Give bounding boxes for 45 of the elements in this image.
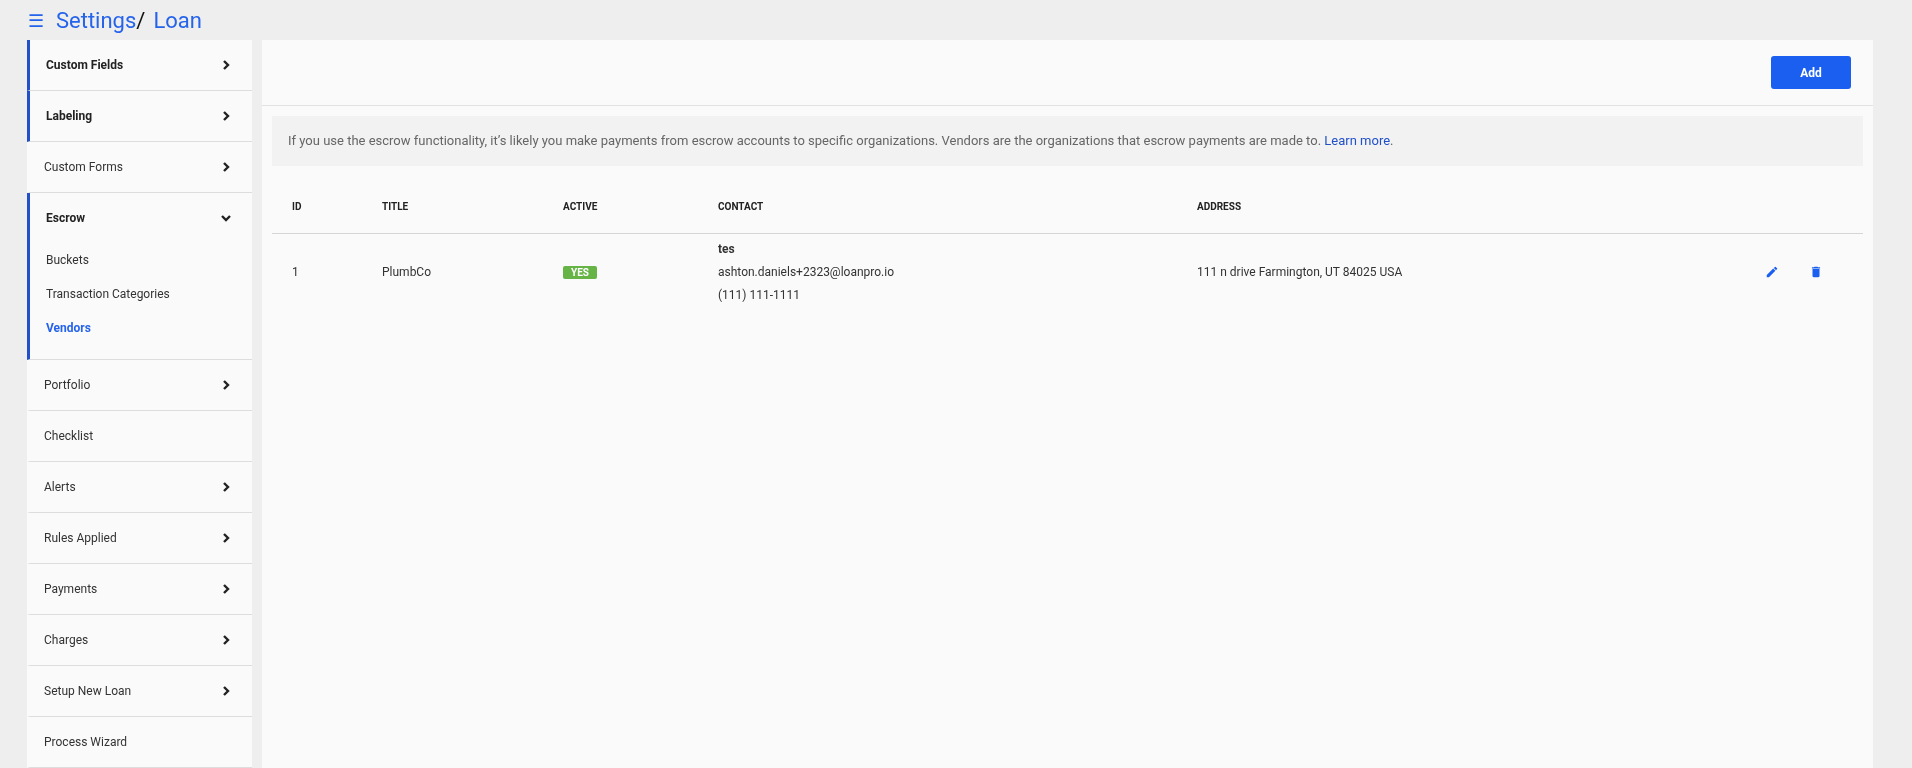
- sidebar-subitem[interactable]: Vendors: [30, 311, 252, 345]
- sidebar-item[interactable]: Rules Applied: [30, 513, 252, 563]
- table-cell: PlumbCo: [382, 265, 432, 279]
- sidebar-item[interactable]: Alerts: [30, 462, 252, 512]
- contact-email: ashton.daniels+2323@loanpro.io: [718, 264, 896, 281]
- breadcrumb-link[interactable]: Settings: [56, 3, 137, 37]
- chevron-right-icon: [220, 634, 232, 646]
- chevron-right-icon: [220, 583, 232, 595]
- chevron-right-icon: [220, 481, 232, 493]
- column-header: ADDRESS: [1197, 200, 1242, 212]
- sidebar-item[interactable]: Custom Fields: [30, 40, 252, 90]
- sidebar-item[interactable]: Process Wizard: [30, 717, 252, 767]
- sidebar-subitem[interactable]: Buckets: [30, 243, 252, 277]
- column-header: CONTACT: [718, 200, 764, 212]
- column-header: TITLE: [382, 200, 409, 212]
- trash-icon[interactable]: [1809, 265, 1823, 279]
- sidebar-item[interactable]: Escrow: [30, 193, 252, 243]
- breadcrumb-separator: /: [136, 6, 146, 35]
- sidebar-item[interactable]: Portfolio: [30, 360, 252, 410]
- sidebar-subitem[interactable]: Transaction Categories: [30, 277, 252, 311]
- chevron-right-icon: [220, 532, 232, 544]
- menu-icon[interactable]: ☰: [28, 6, 44, 34]
- sidebar-item[interactable]: Custom Forms: [30, 142, 252, 192]
- chevron-right-icon: [220, 379, 232, 391]
- pencil-icon[interactable]: [1765, 265, 1779, 279]
- sidebar-item[interactable]: Charges: [30, 615, 252, 665]
- table-cell: 1: [292, 265, 299, 279]
- contact-phone: (111) 111-1111: [718, 287, 802, 304]
- column-header: ACTIVE: [563, 200, 598, 212]
- chevron-right-icon: [220, 110, 232, 122]
- chevron-right-icon: [220, 161, 232, 173]
- chevron-down-icon: [220, 212, 232, 224]
- sidebar-item[interactable]: Labeling: [30, 91, 252, 141]
- sidebar-item[interactable]: Payments: [30, 564, 252, 614]
- sidebar-item[interactable]: Checklist: [30, 411, 252, 461]
- breadcrumb-current: Loan: [153, 6, 202, 35]
- info-text: If you use the escrow functionality, it’s likely you make payments from escrow accounts to specific organizations. Vendors are the organizations that escrow payments are made to. Learn more.: [272, 116, 1863, 166]
- contact-name: tes: [718, 241, 736, 258]
- table-cell: 111 n drive Farmington, UT 84025 USA: [1197, 265, 1403, 279]
- status-badge: YES: [563, 266, 597, 279]
- add-button[interactable]: Add: [1771, 56, 1851, 89]
- chevron-right-icon: [220, 685, 232, 697]
- chevron-right-icon: [220, 59, 232, 71]
- sidebar-item[interactable]: Setup New Loan: [30, 666, 252, 716]
- column-header: ID: [292, 200, 302, 212]
